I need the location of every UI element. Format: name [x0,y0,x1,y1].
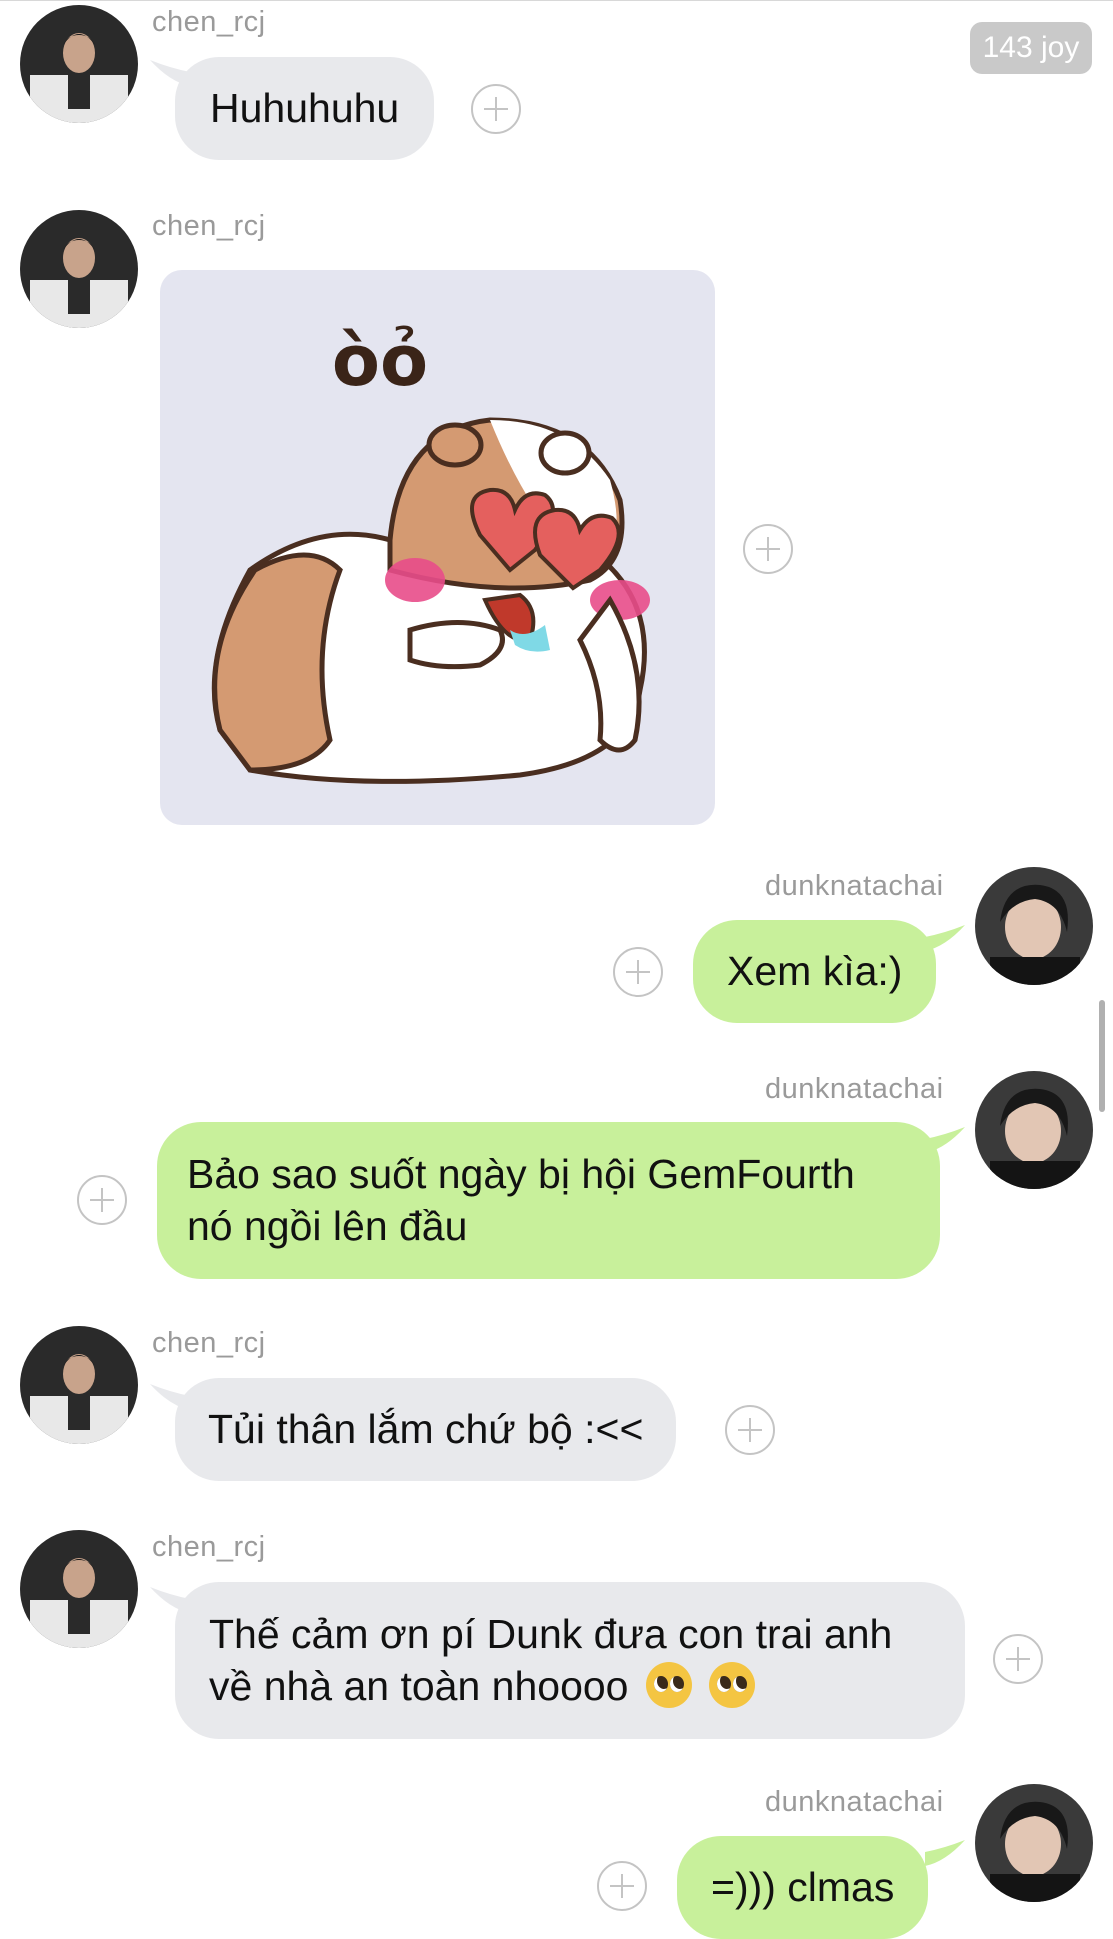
message-bubble[interactable]: Thế cảm ơn pí Dunk đưa con trai anh về n… [175,1582,965,1739]
message-text: về nhà an toàn nhoooo [209,1663,629,1709]
message-text-line: Thế cảm ơn pí Dunk đưa con trai anh [209,1611,893,1657]
avatar[interactable] [20,5,138,123]
sticker-text: òỏ [332,320,428,402]
message-bubble[interactable]: =))) clmas [677,1836,929,1939]
top-divider [0,0,1113,1]
message-bubble[interactable]: Bảo sao suốt ngày bị hội GemFourth nó ng… [157,1122,940,1279]
sender-name: dunknatachai [765,1786,944,1818]
add-reaction-button[interactable] [993,1634,1043,1684]
add-reaction-button[interactable] [471,84,521,134]
add-reaction-button[interactable] [613,947,663,997]
message-text: =))) clmas [711,1864,895,1910]
avatar[interactable] [975,1071,1093,1189]
avatar[interactable] [975,867,1093,985]
sender-name: chen_rcj [152,1327,266,1359]
message-text-line: về nhà an toàn nhoooo [209,1660,931,1712]
pleading-face-emoji [645,1662,692,1708]
avatar[interactable] [975,1784,1093,1902]
bubble-tail [925,1840,965,1866]
pleading-face-emoji [709,1662,756,1708]
avatar[interactable] [20,1530,138,1648]
message-bubble[interactable]: Xem kìa:) [693,920,937,1023]
message-text: Xem kìa:) [727,948,903,994]
sender-name: chen_rcj [152,6,266,38]
hamster-heart-eyes-sticker[interactable]: òỏ [160,270,715,825]
avatar[interactable] [20,210,138,328]
scroll-indicator[interactable] [1099,1000,1105,1112]
add-reaction-button[interactable] [725,1405,775,1455]
sender-name: dunknatachai [765,870,944,902]
message-text: Huhuhuhu [210,85,400,131]
message-text-line: Bảo sao suốt ngày bị hội GemFourth [187,1151,855,1197]
status-badge: 143 joy [970,22,1092,74]
message-text: Tủi thân lắm chứ bộ :<< [208,1406,644,1452]
add-reaction-button[interactable] [77,1175,127,1225]
message-text-line: nó ngồi lên đầu [187,1203,468,1249]
add-reaction-button[interactable] [743,524,793,574]
avatar[interactable] [20,1326,138,1444]
message-bubble[interactable]: Huhuhuhu [175,57,435,160]
add-reaction-button[interactable] [597,1861,647,1911]
sender-name: chen_rcj [152,210,266,242]
sender-name: dunknatachai [765,1073,944,1105]
message-bubble[interactable]: Tủi thân lắm chứ bộ :<< [175,1378,677,1481]
sender-name: chen_rcj [152,1531,266,1563]
